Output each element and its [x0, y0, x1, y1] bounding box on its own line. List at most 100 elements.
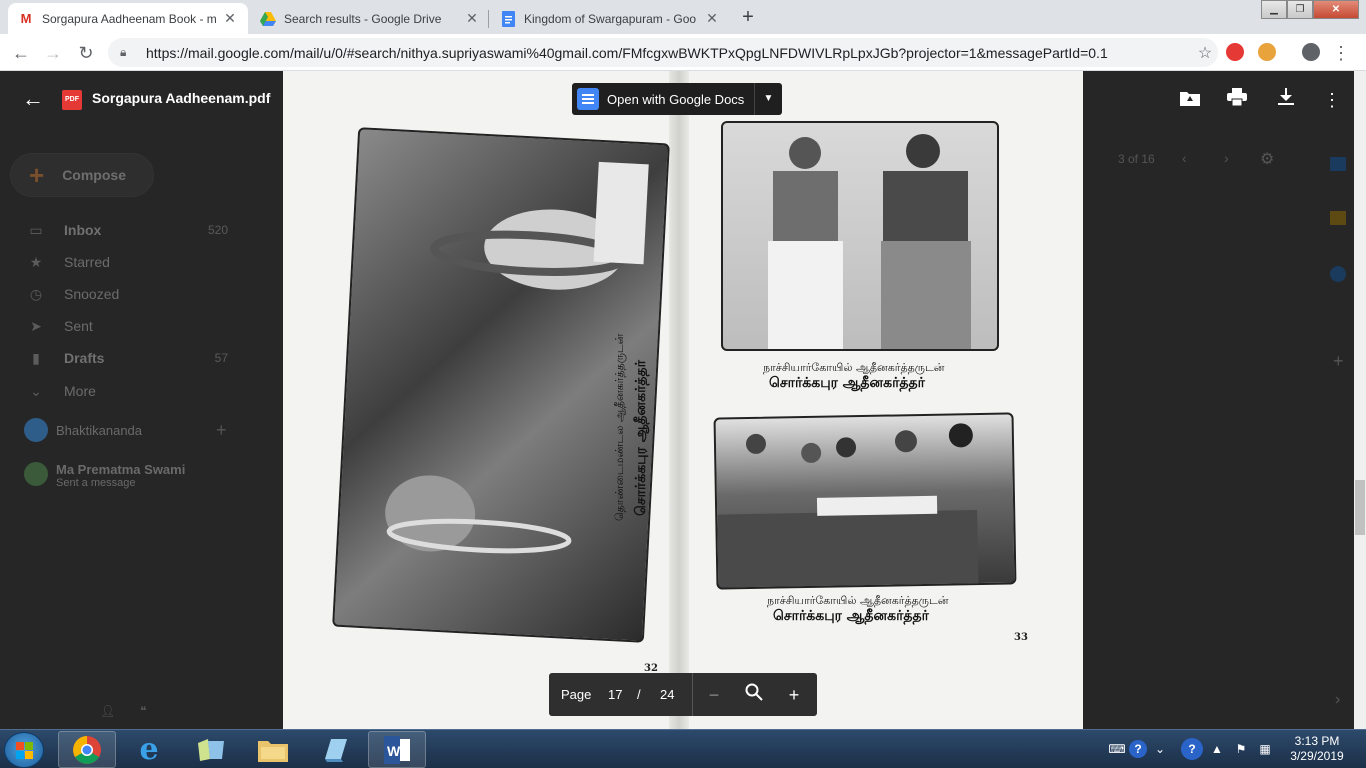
sidebar-item-snoozed[interactable]: ◷ Snoozed — [28, 284, 228, 304]
tab-gmail[interactable]: M Sorgapura Aadheenam Book - m ✕ — [8, 3, 248, 34]
word-icon: W — [384, 735, 410, 764]
settings-gear-icon[interactable]: ⚙ — [1260, 149, 1274, 169]
more-options-icon[interactable]: ⋮ — [1320, 88, 1344, 112]
network-icon[interactable]: ▦ — [1256, 740, 1274, 758]
browser-tab-strip: M Sorgapura Aadheenam Book - m ✕ Search … — [0, 0, 1366, 34]
help-circle-icon[interactable]: ? — [1181, 738, 1203, 760]
expand-panel-icon[interactable]: › — [1335, 691, 1340, 709]
sidebar-item-label: More — [64, 383, 96, 399]
url-text: https://mail.google.com/mail/u/0/#search… — [146, 44, 1108, 61]
hangouts-user[interactable]: Bhaktikananda — [24, 418, 142, 442]
unread-count: 520 — [207, 223, 228, 237]
taskbar-word[interactable]: W — [368, 731, 426, 768]
sidebar-item-sent[interactable]: ➤ Sent — [28, 316, 228, 336]
chrome-menu-icon[interactable]: ⋮ — [1328, 40, 1354, 66]
gmail-icon: M — [20, 11, 32, 26]
keyboard-icon[interactable]: ⌨ — [1108, 740, 1126, 758]
total-pages: 24 — [660, 687, 675, 702]
tab-title: Sorgapura Aadheenam Book - m — [42, 11, 217, 26]
tab-google-docs[interactable]: Kingdom of Swargapuram - Goo ✕ — [490, 3, 730, 34]
calendar-icon[interactable] — [1330, 157, 1346, 171]
forward-button[interactable]: → — [40, 40, 66, 66]
compose-label: Compose — [62, 167, 126, 183]
taskbar-libraries[interactable] — [182, 731, 240, 768]
add-on-plus-icon[interactable]: + — [1333, 351, 1344, 372]
sidebar-item-more[interactable]: ⌄ More — [28, 381, 228, 401]
zoom-in-icon[interactable]: + — [782, 683, 806, 707]
clock-icon: ◷ — [29, 286, 43, 302]
dropdown-caret-icon[interactable]: ▼ — [754, 83, 782, 115]
contact-name: Ma Prematma Swami — [56, 462, 186, 477]
profile-avatar-icon[interactable] — [1302, 43, 1320, 61]
tray-chevron-icon[interactable]: ⌄ — [1151, 740, 1169, 758]
contact-status: Sent a message — [56, 477, 136, 489]
right-bottom-photo-meeting — [713, 412, 1017, 590]
address-bar[interactable]: 🔒︎ https://mail.google.com/mail/u/0/#sea… — [108, 38, 1218, 67]
tab-google-drive[interactable]: Search results - Google Drive ✕ — [250, 3, 490, 34]
action-center-flag-icon[interactable]: ⚑ — [1232, 740, 1250, 758]
compose-button[interactable]: + Compose — [10, 153, 154, 197]
sidebar-item-starred[interactable]: ★ Starred — [28, 252, 228, 272]
sidebar-item-inbox[interactable]: ▭ Inbox 520 — [28, 220, 228, 240]
libraries-icon — [198, 738, 224, 761]
extension-opera-icon[interactable] — [1226, 43, 1244, 61]
chrome-icon — [73, 735, 101, 764]
close-tab-icon[interactable]: ✕ — [222, 10, 238, 27]
add-contact-icon[interactable]: + — [216, 420, 227, 441]
internet-explorer-icon: e — [139, 732, 159, 767]
back-button[interactable]: ← — [8, 40, 34, 66]
right-bottom-caption-large: சொர்க்கபுர ஆதீனகர்த்தர் — [773, 608, 929, 624]
zoom-reset-icon[interactable] — [742, 683, 766, 707]
scrollbar-thumb[interactable] — [1355, 480, 1365, 535]
person-icon[interactable]: 👤︎ — [100, 704, 115, 718]
draft-icon: ▮ — [32, 350, 40, 366]
add-to-drive-icon[interactable] — [1178, 88, 1202, 112]
close-tab-icon[interactable]: ✕ — [704, 10, 720, 27]
reload-button[interactable]: ↻ — [73, 40, 99, 66]
scrollbar[interactable] — [1354, 71, 1366, 729]
avatar — [24, 462, 48, 486]
right-top-caption-large: சொர்க்கபுர ஆதீனகர்த்தர் — [769, 375, 925, 391]
keep-icon[interactable] — [1330, 211, 1346, 225]
send-icon: ➤ — [30, 318, 42, 334]
download-icon[interactable] — [1274, 88, 1298, 112]
svg-text:W: W — [387, 743, 401, 759]
taskbar-app[interactable] — [306, 731, 364, 768]
open-with-google-docs-button[interactable]: Open with Google Docs ▼ — [572, 83, 782, 115]
star-icon: ★ — [29, 254, 43, 270]
taskbar-internet-explorer[interactable]: e — [120, 731, 178, 768]
left-caption-small: தொண்டைமண்டல ஆதீனகர்த்தருடன் — [613, 333, 626, 521]
show-hidden-icons[interactable]: ▲ — [1208, 740, 1226, 758]
divider — [692, 673, 693, 716]
current-page-input[interactable]: 17 — [608, 687, 622, 702]
right-page-number: 33 — [1014, 632, 1028, 643]
bookmark-star-icon[interactable]: ☆ — [1192, 43, 1218, 63]
zoom-out-icon[interactable]: − — [702, 683, 726, 707]
hangouts-contact[interactable]: Ma Prematma Swami Sent a message — [24, 462, 185, 489]
close-tab-icon[interactable]: ✕ — [464, 10, 480, 27]
tab-separator — [488, 10, 489, 28]
sidebar-item-drafts[interactable]: ▮ Drafts 57 — [28, 348, 228, 368]
close-window-button[interactable]: ✕ — [1313, 0, 1359, 19]
lock-icon: 🔒︎ — [120, 45, 127, 59]
system-clock[interactable]: 3:13 PM 3/29/2019 — [1282, 734, 1352, 764]
extension-icon[interactable] — [1258, 43, 1276, 61]
tasks-icon[interactable] — [1330, 266, 1346, 282]
older-icon[interactable]: ‹ — [1182, 150, 1187, 166]
start-button[interactable] — [4, 732, 44, 768]
new-tab-button[interactable]: + — [735, 6, 761, 30]
sidebar-item-label: Drafts — [64, 350, 105, 366]
file-name: Sorgapura Aadheenam.pdf — [92, 90, 271, 106]
sidebar-item-label: Inbox — [64, 222, 102, 238]
plus-icon: + — [29, 159, 45, 190]
minimize-button[interactable]: ▁ — [1261, 0, 1287, 19]
taskbar-chrome[interactable] — [58, 731, 116, 768]
hangouts-icon[interactable]: ❝ — [140, 704, 146, 718]
print-icon[interactable] — [1225, 88, 1249, 112]
taskbar-file-explorer[interactable] — [244, 731, 302, 768]
chevron-down-icon: ⌄ — [30, 383, 42, 399]
maximize-button[interactable]: ❐ — [1287, 0, 1313, 19]
newer-icon[interactable]: › — [1224, 150, 1229, 166]
back-arrow-icon[interactable]: ← — [20, 86, 46, 112]
help-icon[interactable]: ? — [1129, 740, 1147, 758]
